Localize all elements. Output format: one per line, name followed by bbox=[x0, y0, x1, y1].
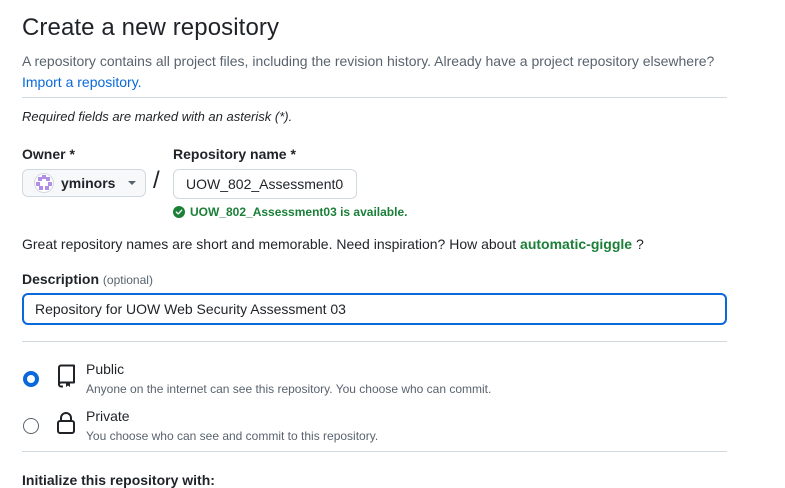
suggestion-text: Great repository names are short and mem… bbox=[22, 236, 517, 252]
private-radio[interactable] bbox=[23, 418, 39, 434]
description-label: Description (optional) bbox=[22, 271, 153, 287]
public-title: Public bbox=[86, 361, 125, 377]
repository-name-input[interactable] bbox=[173, 169, 357, 199]
path-separator: / bbox=[153, 167, 160, 194]
page-title: Create a new repository bbox=[22, 14, 280, 41]
lock-icon bbox=[57, 412, 75, 434]
availability-text: UOW_802_Assessment03 is available. bbox=[190, 205, 408, 219]
subtitle-text: A repository contains all project files,… bbox=[22, 53, 715, 69]
owner-select[interactable]: yminors bbox=[22, 169, 146, 197]
name-suggestion: Great repository names are short and mem… bbox=[22, 236, 644, 252]
private-description: You choose who can see and commit to thi… bbox=[86, 429, 379, 443]
repo-icon bbox=[58, 364, 75, 388]
public-radio[interactable] bbox=[23, 371, 39, 387]
check-circle-icon bbox=[173, 206, 185, 218]
import-repository-link[interactable]: Import a repository. bbox=[22, 74, 142, 90]
availability-message: UOW_802_Assessment03 is available. bbox=[173, 205, 407, 219]
divider bbox=[22, 451, 727, 452]
chevron-down-icon bbox=[128, 181, 137, 185]
divider bbox=[22, 341, 727, 342]
repo-name-label: Repository name * bbox=[173, 146, 296, 162]
divider bbox=[22, 97, 727, 98]
description-input[interactable] bbox=[22, 293, 727, 325]
suggested-name-link[interactable]: automatic-giggle bbox=[520, 236, 632, 252]
suggestion-suffix: ? bbox=[635, 236, 644, 252]
owner-label: Owner * bbox=[22, 146, 75, 162]
avatar bbox=[34, 173, 54, 193]
description-label-text: Description bbox=[22, 271, 100, 287]
public-description: Anyone on the internet can see this repo… bbox=[86, 382, 492, 396]
page-subtitle: A repository contains all project files,… bbox=[22, 51, 727, 93]
private-title: Private bbox=[86, 408, 130, 424]
required-fields-note: Required fields are marked with an aster… bbox=[22, 109, 293, 124]
optional-tag: (optional) bbox=[102, 273, 153, 287]
owner-name: yminors bbox=[61, 175, 116, 191]
